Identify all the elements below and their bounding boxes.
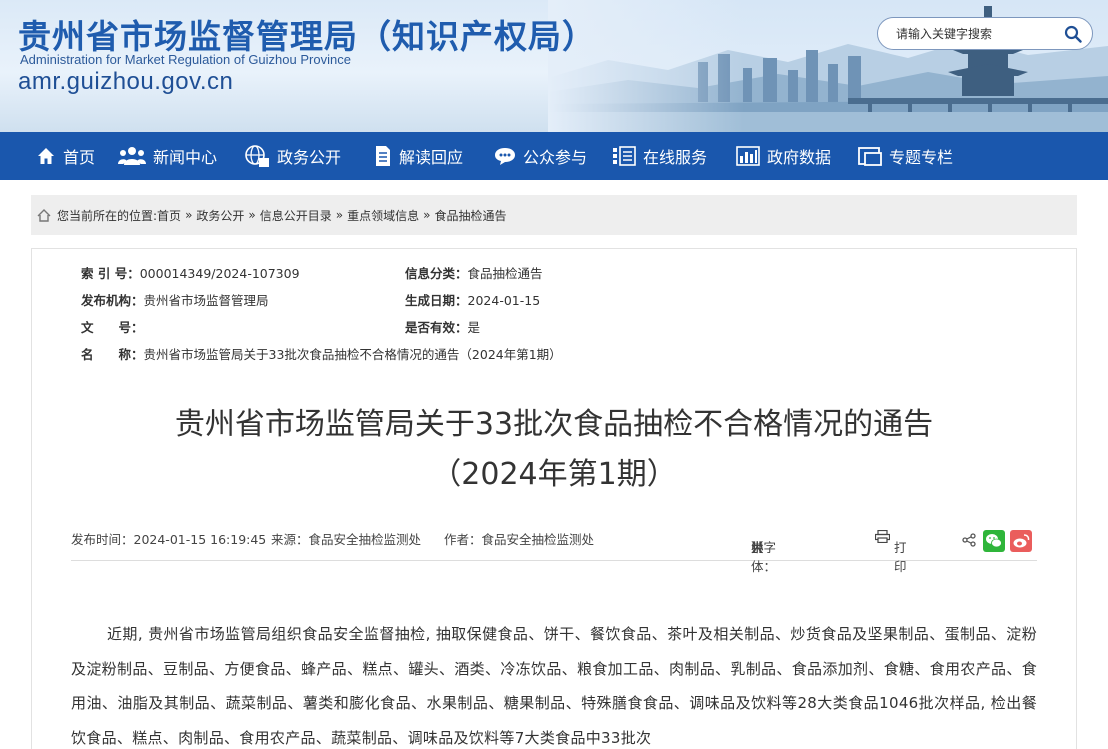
- meta-docno-label: 文 号：: [81, 320, 144, 335]
- breadcrumb-separator: »: [185, 208, 193, 222]
- printer-icon: [874, 529, 891, 544]
- nav-label: 新闻中心: [153, 148, 218, 167]
- meta-valid: 是否有效：是: [405, 317, 480, 336]
- home-icon: [38, 148, 54, 164]
- article-body: 近期, 贵州省市场监管局组织食品安全监督抽检, 抽取保健食品、饼干、餐饮食品、茶…: [71, 625, 1037, 747]
- search-icon[interactable]: [1064, 25, 1082, 43]
- meta-category-value: 食品抽检通告: [467, 266, 543, 281]
- meta-index-label: 索 引 号：: [81, 266, 140, 281]
- weibo-share-icon[interactable]: [1010, 530, 1032, 552]
- share-icon[interactable]: [962, 533, 976, 547]
- meta-publisher: 发布机构：贵州省市场监督管理局: [81, 290, 269, 309]
- nav-item-online-service[interactable]: 在线服务: [612, 132, 707, 180]
- article-source: 来源：食品安全抽检监测处: [271, 532, 422, 547]
- breadcrumb-separator: »: [248, 208, 256, 222]
- meta-category: 信息分类：食品抽检通告: [405, 263, 543, 282]
- meta-valid-label: 是否有效：: [405, 320, 468, 335]
- nav-item-interpretation[interactable]: 解读回应: [374, 132, 463, 180]
- meta-docno: 文 号：: [81, 317, 144, 336]
- meta-index-value: 000014349/2024-107309: [139, 266, 300, 281]
- site-header: 贵州省市场监督管理局（知识产权局） Administration for Mar…: [0, 0, 1108, 132]
- meta-index: 索 引 号：000014349/2024-107309: [81, 263, 300, 282]
- list-icon: [613, 146, 636, 166]
- home-icon: [37, 208, 51, 222]
- breadcrumb-item-gov-affairs[interactable]: 政务公开: [196, 207, 244, 224]
- nav-label: 公众参与: [523, 148, 588, 167]
- meta-valid-value: 是: [467, 320, 481, 335]
- meta-date-value: 2024-01-15: [467, 293, 541, 308]
- nav-label: 政府数据: [767, 148, 832, 167]
- breadcrumb-item-key-areas[interactable]: 重点领域信息: [347, 207, 419, 224]
- breadcrumb-item-current[interactable]: 食品抽检通告: [434, 207, 506, 224]
- search-input[interactable]: [896, 25, 1056, 43]
- nav-label: 解读回应: [399, 148, 464, 167]
- nav-label: 政务公开: [277, 148, 342, 167]
- main-nav: 首页 新闻中心 政务公开 解读回应 公众参与 在线服务 政府数据 专题专栏: [0, 132, 1108, 180]
- site-domain: amr.guizhou.gov.cn: [18, 68, 234, 95]
- nav-item-special-topics[interactable]: 专题专栏: [858, 132, 953, 180]
- meta-name-value: 贵州省市场监管局关于33批次食品抽检不合格情况的通告（2024年第1期）: [143, 347, 562, 362]
- meta-date-label: 生成日期：: [405, 293, 468, 308]
- meta-name-label: 名 称：: [81, 347, 144, 362]
- document-icon: [376, 146, 390, 166]
- site-english-name: Administration for Market Regulation of …: [20, 52, 351, 67]
- breadcrumb-separator: »: [423, 208, 431, 222]
- print-button[interactable]: 打印: [874, 529, 907, 574]
- article-author: 作者：食品安全抽检监测处: [444, 532, 595, 547]
- breadcrumb-item-home[interactable]: 首页: [157, 207, 181, 224]
- print-label: 打印: [894, 540, 907, 574]
- breadcrumb: 您当前所在的位置: 首页 » 政务公开 » 信息公开目录 » 重点领域信息 » …: [31, 195, 1077, 235]
- globe-icon: [245, 145, 269, 167]
- search-box: [877, 17, 1093, 50]
- people-icon: [118, 147, 146, 165]
- nav-item-gov-affairs[interactable]: 政务公开: [244, 132, 341, 180]
- nav-item-public-participation[interactable]: 公众参与: [494, 132, 587, 180]
- nav-item-home[interactable]: 首页: [36, 132, 95, 180]
- nav-item-news[interactable]: 新闻中心: [118, 132, 217, 180]
- bar-chart-icon: [736, 146, 760, 166]
- nav-label: 首页: [63, 148, 96, 167]
- meta-category-label: 信息分类：: [405, 266, 468, 281]
- nav-item-gov-data[interactable]: 政府数据: [736, 132, 831, 180]
- font-size-suffix: 】: [751, 540, 764, 555]
- meta-name: 名 称：贵州省市场监管局关于33批次食品抽检不合格情况的通告（2024年第1期）: [81, 344, 562, 363]
- article-info-bar: 发布时间：2024-01-15 16:19:45 来源：食品安全抽检监测处 作者…: [71, 521, 1037, 574]
- article-container: 索 引 号：000014349/2024-107309 信息分类：食品抽检通告 …: [31, 248, 1077, 749]
- breadcrumb-separator: »: [335, 208, 344, 222]
- meta-publisher-label: 发布机构：: [81, 293, 144, 308]
- window-icon: [858, 147, 882, 166]
- nav-label: 在线服务: [643, 148, 708, 167]
- article-title-issue: （2024年第1期）: [431, 457, 677, 492]
- chat-icon: [495, 148, 515, 165]
- meta-date: 生成日期：2024-01-15: [405, 290, 540, 309]
- publish-time: 发布时间：2024-01-15 16:19:45: [71, 532, 267, 547]
- breadcrumb-prefix: 您当前所在的位置:: [57, 208, 158, 223]
- article-title: 贵州省市场监管局关于33批次食品抽检不合格情况的通告: [174, 407, 934, 442]
- wechat-share-icon[interactable]: [983, 530, 1005, 552]
- nav-label: 专题专栏: [889, 148, 954, 167]
- breadcrumb-item-catalog[interactable]: 信息公开目录: [260, 207, 332, 224]
- site-title: 贵州省市场监督管理局（知识产权局）: [18, 17, 596, 56]
- meta-publisher-value: 贵州省市场监督管理局: [143, 293, 269, 308]
